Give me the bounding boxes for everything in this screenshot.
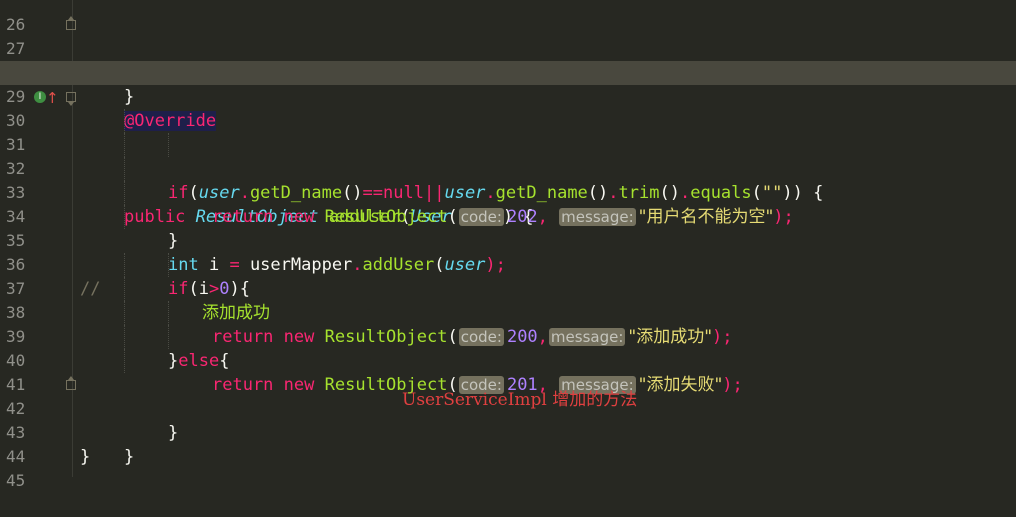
code-line-current[interactable]: 29 @Override: [0, 61, 1016, 131]
code-line[interactable]: 35 if(i>0){: [0, 205, 1016, 299]
implements-icon[interactable]: I: [34, 91, 46, 103]
code-line[interactable]: 26: [0, 0, 1016, 34]
code-line[interactable]: 36 // 添加成功: [0, 229, 1016, 323]
code-line[interactable]: 33 }: [0, 157, 1016, 251]
fold-start-icon[interactable]: [66, 92, 76, 106]
annotation-note: UserServiceImpl 增加的方法: [402, 390, 638, 410]
code-line[interactable]: 34 int i = userMapper.addUser(user);: [0, 181, 1016, 275]
code-line[interactable]: 41 }: [0, 349, 1016, 443]
override-arrow-icon[interactable]: ↑: [46, 86, 59, 110]
code-line[interactable]: 32 return new ResultObject(code: 202, mes…: [0, 133, 1016, 227]
code-line[interactable]: 38 }else{: [0, 277, 1016, 371]
code-line[interactable]: 39 return new ResultObject(code: 201, mes…: [0, 301, 1016, 395]
code-editor[interactable]: 26 27 } 28 29 @Override 30 I ↑ public Re…: [0, 0, 1016, 490]
line-number: 45: [6, 471, 26, 490]
fold-end-icon[interactable]: [66, 376, 76, 390]
code-line[interactable]: 27 }: [0, 13, 1016, 107]
code-line[interactable]: 45: [0, 445, 1016, 490]
code-line[interactable]: 28: [0, 37, 1016, 82]
code-line[interactable]: 30 I ↑ public ResultObject addUser(User …: [0, 85, 1016, 227]
code-line[interactable]: 31 if(user.getD_name()==null||user.getD_…: [0, 109, 1016, 203]
code-line[interactable]: 40: [0, 325, 1016, 370]
fold-end-icon[interactable]: [66, 16, 76, 30]
code-line[interactable]: 37 return new ResultObject(code: 200, mess…: [0, 253, 1016, 347]
code-line[interactable]: 44: [0, 421, 1016, 466]
